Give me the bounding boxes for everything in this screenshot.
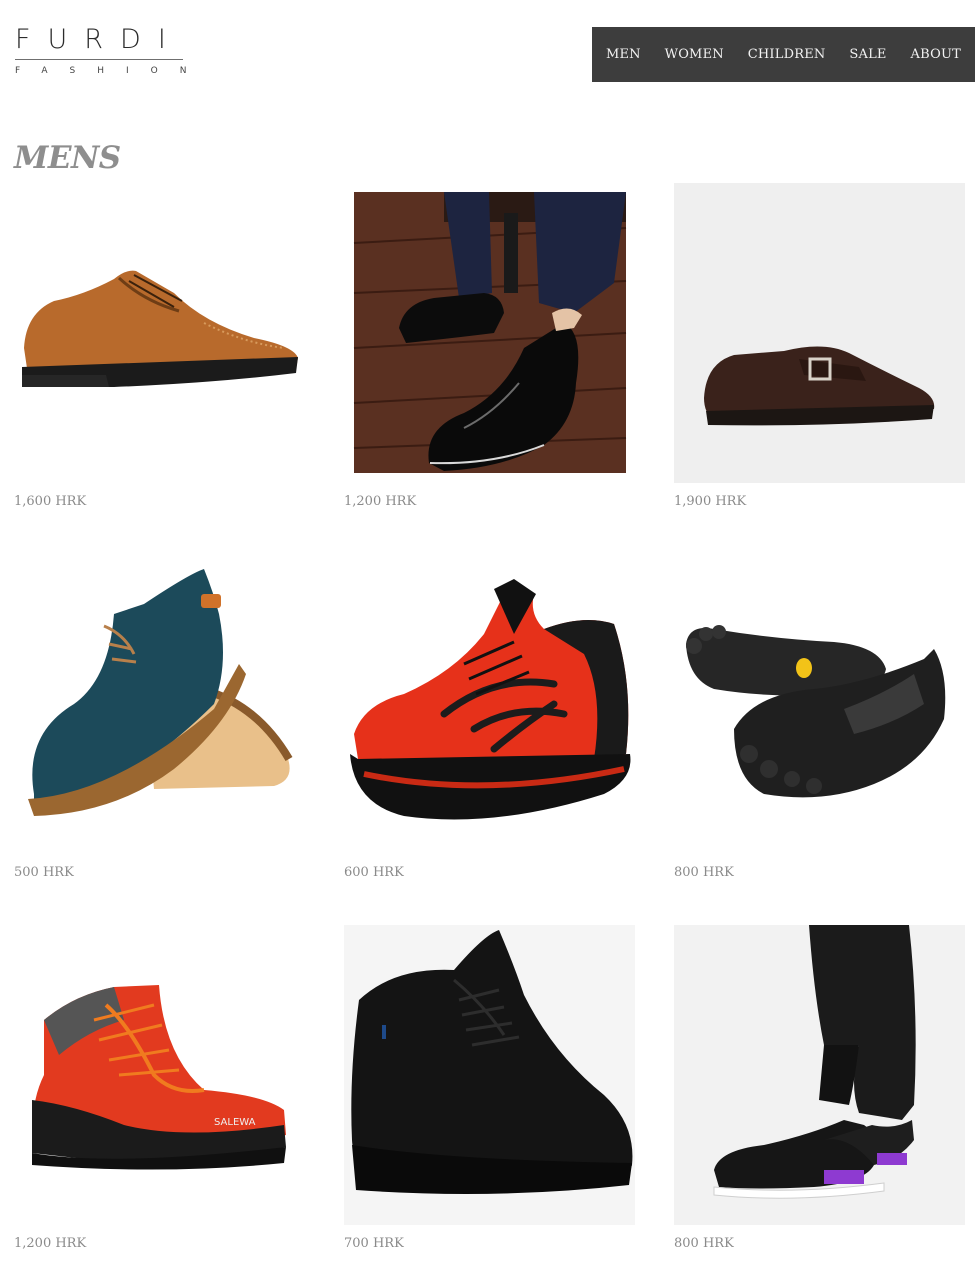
- svg-text:SALEWA: SALEWA: [214, 1117, 256, 1128]
- product-price: 700 HRK: [344, 1236, 404, 1251]
- main-nav: MEN WOMEN CHILDREN SALE ABOUT: [592, 27, 975, 82]
- page-title: MENS: [14, 140, 121, 176]
- product-card[interactable]: 600 HRK: [344, 554, 635, 880]
- logo-divider: [15, 59, 183, 60]
- product-image[interactable]: [14, 554, 305, 854]
- product-price: 1,900 HRK: [674, 494, 747, 509]
- product-image[interactable]: SALEWA: [14, 925, 305, 1225]
- product-image[interactable]: [674, 554, 965, 854]
- nav-item-women[interactable]: WOMEN: [665, 47, 724, 62]
- product-image[interactable]: [14, 183, 305, 483]
- product-price: 600 HRK: [344, 865, 404, 880]
- product-card[interactable]: 1,200 HRK: [344, 183, 635, 509]
- product-image[interactable]: [674, 925, 965, 1225]
- brand-name: FURDI: [15, 24, 183, 55]
- nav-item-about[interactable]: ABOUT: [911, 47, 961, 62]
- product-card[interactable]: 800 HRK: [674, 554, 965, 880]
- product-card[interactable]: 500 HRK: [14, 554, 305, 880]
- brand-logo[interactable]: FURDI FASHION: [15, 24, 209, 76]
- product-image[interactable]: [344, 925, 635, 1225]
- product-card[interactable]: SALEWA 1,200 HRK: [14, 925, 305, 1251]
- product-price: 1,200 HRK: [344, 494, 417, 509]
- product-price: 800 HRK: [674, 865, 734, 880]
- brand-tagline: FASHION: [15, 66, 209, 76]
- product-image[interactable]: [674, 183, 965, 483]
- product-image[interactable]: [344, 183, 635, 483]
- product-card[interactable]: 1,600 HRK: [14, 183, 305, 509]
- nav-item-children[interactable]: CHILDREN: [748, 47, 826, 62]
- product-card[interactable]: 700 HRK: [344, 925, 635, 1251]
- nav-item-sale[interactable]: SALE: [849, 47, 886, 62]
- product-image[interactable]: [344, 554, 635, 854]
- product-price: 500 HRK: [14, 865, 74, 880]
- product-price: 1,600 HRK: [14, 494, 87, 509]
- product-price: 800 HRK: [674, 1236, 734, 1251]
- product-card[interactable]: 800 HRK: [674, 925, 965, 1251]
- product-card[interactable]: 1,900 HRK: [674, 183, 965, 509]
- nav-item-men[interactable]: MEN: [606, 47, 641, 62]
- product-price: 1,200 HRK: [14, 1236, 87, 1251]
